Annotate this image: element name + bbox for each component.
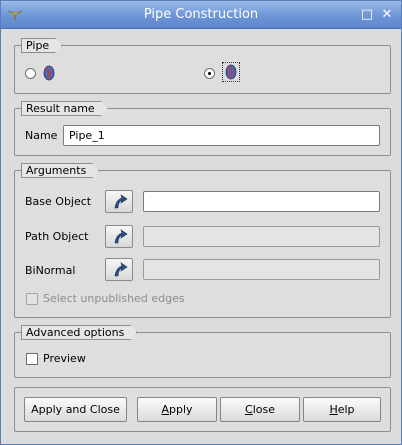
- advanced-options-group: Advanced options Preview: [14, 332, 391, 378]
- preview-checkbox[interactable]: [26, 353, 38, 365]
- pipe-shape-binormal-icon[interactable]: [222, 62, 240, 82]
- close-mnemonic: C: [245, 403, 253, 416]
- select-arrow-icon: [114, 194, 128, 209]
- binormal-select-button[interactable]: [105, 258, 133, 281]
- buttons-panel: Apply and Close Apply Close Help: [14, 387, 391, 432]
- close-label-rest: lose: [252, 403, 275, 416]
- window-title: Pipe Construction: [143, 7, 259, 22]
- path-object-input[interactable]: [143, 226, 380, 247]
- close-button[interactable]: Close: [220, 397, 300, 422]
- arguments-group: Arguments Base Object Path Object BiNorm…: [14, 170, 391, 318]
- select-unpublished-edges-label: Select unpublished edges: [43, 292, 185, 305]
- binormal-input[interactable]: [143, 259, 380, 280]
- pipe-option-radio-1[interactable]: [25, 68, 36, 79]
- select-unpublished-edges-checkbox[interactable]: [26, 293, 38, 305]
- select-arrow-icon: [114, 229, 128, 244]
- pipe-shape-icon[interactable]: [42, 65, 56, 81]
- apply-mnemonic: A: [161, 403, 169, 416]
- name-label: Name: [25, 129, 58, 142]
- select-arrow-icon: [114, 262, 128, 277]
- close-window-button[interactable]: ✕: [380, 8, 394, 22]
- apply-button[interactable]: Apply: [137, 397, 217, 422]
- result-name-group-title: Result name: [21, 101, 108, 116]
- path-object-select-button[interactable]: [105, 225, 133, 248]
- base-object-select-button[interactable]: [105, 190, 133, 213]
- base-object-label: Base Object: [25, 195, 92, 208]
- preview-label: Preview: [43, 352, 86, 365]
- binormal-label: BiNormal: [25, 264, 76, 277]
- help-mnemonic: H: [329, 403, 338, 416]
- pipe-group-title: Pipe: [21, 38, 62, 53]
- pipe-construction-dialog: Pipe Construction □ ✕ Pipe Result name N…: [0, 0, 402, 445]
- path-object-label: Path Object: [25, 230, 89, 243]
- result-name-group: Result name Name Pipe_1: [14, 108, 391, 156]
- pipe-option-radio-2[interactable]: [204, 68, 215, 79]
- result-name-input[interactable]: Pipe_1: [63, 125, 380, 146]
- arguments-group-title: Arguments: [21, 163, 99, 178]
- advanced-options-group-title: Advanced options: [21, 325, 137, 340]
- help-button[interactable]: Help: [303, 397, 381, 422]
- help-label-rest: elp: [337, 403, 355, 416]
- apply-and-close-button[interactable]: Apply and Close: [24, 397, 127, 422]
- title-bar[interactable]: Pipe Construction □ ✕: [1, 1, 401, 29]
- pipe-group: Pipe: [14, 45, 391, 94]
- apply-label-rest: pply: [169, 403, 193, 416]
- maximize-button[interactable]: □: [360, 8, 374, 22]
- base-object-input[interactable]: [143, 191, 380, 212]
